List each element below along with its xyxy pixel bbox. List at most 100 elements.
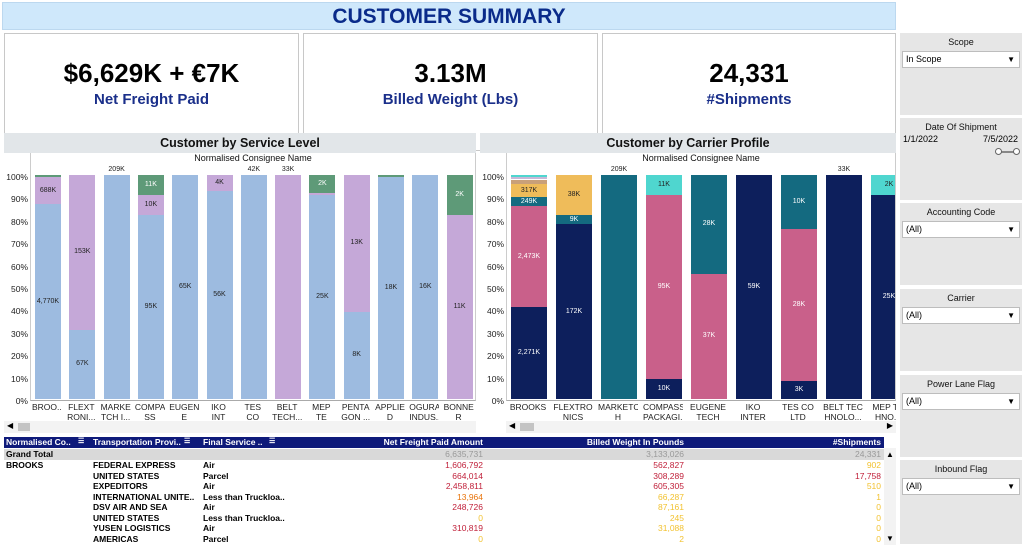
bar-segment[interactable]: 2,473K: [511, 206, 547, 308]
bar-segment[interactable]: 688K: [35, 177, 61, 205]
bar[interactable]: [240, 175, 267, 399]
left-chart-scrollbar[interactable]: ◀: [4, 421, 476, 433]
col-nfp[interactable]: Net Freight Paid Amount: [383, 437, 483, 447]
chevron-down-icon[interactable]: ▼: [1007, 308, 1015, 323]
bar[interactable]: 11K 2K: [446, 175, 473, 399]
scroll-thumb[interactable]: [520, 423, 534, 431]
bar-segment[interactable]: 18K: [378, 177, 404, 399]
bar-segment[interactable]: 95K: [646, 195, 682, 379]
bar-segment[interactable]: 95K: [137, 215, 164, 399]
accounting-dropdown[interactable]: (All) ▼: [902, 221, 1020, 238]
bar-segment[interactable]: 2K: [871, 175, 895, 196]
scroll-down-icon[interactable]: ▼: [886, 534, 894, 543]
bar-segment[interactable]: 9K: [556, 215, 592, 225]
sort-icon[interactable]: ☰: [269, 437, 275, 445]
bar-segment[interactable]: 317K: [511, 183, 547, 198]
bar-segment[interactable]: [601, 175, 637, 399]
bar-segment[interactable]: [103, 175, 130, 399]
bar[interactable]: 25K 2K: [871, 175, 895, 399]
bar-segment[interactable]: 28K: [691, 175, 727, 274]
col-consignee[interactable]: Normalised Co..: [6, 437, 71, 447]
bar-segment[interactable]: 65K: [172, 175, 199, 399]
bar-segment[interactable]: 25K: [309, 195, 336, 399]
bar[interactable]: 95K 10K 11K: [137, 175, 164, 399]
bar-segment[interactable]: [511, 177, 547, 180]
bar-segment[interactable]: 10K: [781, 175, 817, 229]
bar-segment[interactable]: 10K: [646, 378, 682, 399]
bar-segment[interactable]: [511, 179, 547, 184]
bar[interactable]: 172K 9K 38K: [556, 175, 592, 399]
bar-segment[interactable]: [378, 175, 404, 178]
date-slider-start-handle[interactable]: [995, 148, 1002, 155]
col-bw[interactable]: Billed Weight In Pounds: [584, 437, 684, 447]
bar-segment[interactable]: [35, 175, 61, 178]
bar-segment[interactable]: 4,770K: [35, 204, 61, 399]
bar[interactable]: 65K: [172, 175, 199, 399]
bar[interactable]: 3K 28K 10K: [781, 175, 817, 399]
table-scrollbar[interactable]: ▲ ▼: [884, 448, 896, 545]
bar-segment[interactable]: 37K: [691, 273, 727, 399]
bar[interactable]: 2,271K 2,473K 249K 317K: [511, 175, 547, 399]
bar[interactable]: [601, 175, 637, 399]
col-service[interactable]: Final Service ..: [203, 437, 263, 447]
date-end[interactable]: 7/5/2022: [983, 134, 1018, 144]
bar[interactable]: 4,770K 688K: [35, 175, 61, 399]
bar-segment[interactable]: 249K: [511, 197, 547, 207]
bar-segment[interactable]: 16K: [412, 175, 439, 399]
col-shipments[interactable]: #Shipments: [781, 437, 881, 447]
bar-segment[interactable]: 153K: [69, 175, 96, 330]
bar[interactable]: 37K 28K: [691, 175, 727, 399]
sort-icon[interactable]: ☰: [184, 437, 190, 445]
bar-segment[interactable]: 2K: [309, 175, 336, 193]
bar-segment[interactable]: [309, 192, 336, 196]
bar-segment[interactable]: 13K: [343, 175, 370, 312]
sort-icon[interactable]: ☰: [78, 437, 84, 445]
bar-segment[interactable]: [826, 175, 862, 399]
bar-segment[interactable]: 28K: [781, 228, 817, 382]
scroll-thumb[interactable]: [18, 423, 30, 431]
carrier-dropdown[interactable]: (All) ▼: [902, 307, 1020, 324]
bar[interactable]: 56K 4K: [206, 175, 233, 399]
bar-segment[interactable]: 2,271K: [511, 307, 547, 399]
bar-segment[interactable]: 4K: [206, 175, 233, 191]
scroll-right-icon[interactable]: ▶: [887, 421, 893, 430]
bar[interactable]: 67K 153K: [69, 175, 96, 399]
chevron-down-icon[interactable]: ▼: [1007, 479, 1015, 494]
bar-segment[interactable]: 67K: [69, 329, 96, 399]
scroll-left-icon[interactable]: ◀: [509, 421, 515, 430]
bar-segment[interactable]: 11K: [646, 175, 682, 196]
scope-dropdown[interactable]: In Scope ▼: [902, 51, 1020, 68]
bar[interactable]: [826, 175, 862, 399]
inbound-dropdown[interactable]: (All) ▼: [902, 478, 1020, 495]
bar-segment[interactable]: 56K: [206, 190, 233, 399]
bar-segment[interactable]: [275, 175, 302, 399]
power-lane-dropdown[interactable]: (All) ▼: [902, 393, 1020, 410]
chevron-down-icon[interactable]: ▼: [1007, 52, 1015, 67]
scroll-up-icon[interactable]: ▲: [886, 450, 894, 459]
bar-segment[interactable]: [240, 175, 267, 399]
bar-segment[interactable]: 8K: [343, 311, 370, 399]
bar-segment[interactable]: 11K: [137, 175, 164, 196]
bar-segment[interactable]: 38K: [556, 175, 592, 216]
bar-segment[interactable]: 3K: [781, 381, 817, 399]
date-slider-end-handle[interactable]: [1013, 148, 1020, 155]
bar[interactable]: 8K 13K: [343, 175, 370, 399]
bar[interactable]: 16K: [412, 175, 439, 399]
bar-segment[interactable]: 25K: [871, 195, 895, 399]
bar-segment[interactable]: 10K: [137, 195, 164, 216]
bar[interactable]: 10K 95K 11K: [646, 175, 682, 399]
chevron-down-icon[interactable]: ▼: [1007, 394, 1015, 409]
bar[interactable]: [103, 175, 130, 399]
bar-segment[interactable]: 2K: [446, 175, 473, 216]
bar-segment[interactable]: 59K: [736, 175, 772, 399]
col-provider[interactable]: Transportation Provi..: [93, 437, 181, 447]
bar[interactable]: 18K: [378, 175, 404, 399]
bar[interactable]: [275, 175, 302, 399]
scroll-left-icon[interactable]: ◀: [7, 421, 13, 430]
chevron-down-icon[interactable]: ▼: [1007, 222, 1015, 237]
bar[interactable]: 59K: [736, 175, 772, 399]
bar[interactable]: 25K 2K: [309, 175, 336, 399]
bar-segment[interactable]: 172K: [556, 224, 592, 399]
right-chart-scrollbar[interactable]: ◀ ▶: [506, 421, 896, 433]
bar-segment[interactable]: [511, 175, 547, 178]
